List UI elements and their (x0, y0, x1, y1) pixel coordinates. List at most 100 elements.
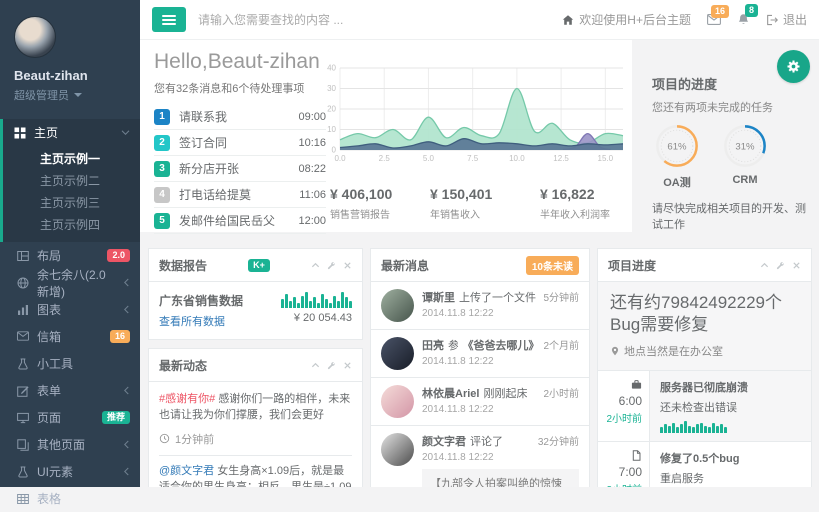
sidebar-item-forms[interactable]: 表单 (0, 377, 140, 404)
progress-gauges: 61% OA测 31% CRM (654, 123, 807, 190)
envelope-icon (17, 331, 29, 343)
edit-icon (17, 385, 29, 397)
news-item[interactable]: 林依晨Ariel 刚刚起床 2小时前 2014.11.8 12:22 (371, 378, 589, 426)
panel-title: 项目进度 (608, 257, 656, 274)
news-item-time: 5分钟前 (543, 289, 579, 304)
sidebar-item-other-pages[interactable]: 其他页面 (0, 431, 140, 458)
report-item-title: 广东省销售数据 (159, 292, 243, 309)
todo-item[interactable]: 1 请联系我 09:00 (154, 104, 326, 130)
todo-list: 1 请联系我 09:00 2 签订合同 10:16 3 新分店开张 08:22 … (154, 104, 326, 234)
sidebar-item-charts[interactable]: 图表 (0, 296, 140, 323)
notification-count-badge: 8 (745, 4, 758, 17)
hero-subtitle: 您有32条消息和6个待处理事项 (154, 80, 326, 96)
sidebar-subitem-example4[interactable]: 主页示例四 (3, 214, 140, 236)
data-report-right: ¥ 20 054.43 (281, 292, 352, 324)
svg-text:10.0: 10.0 (509, 154, 525, 163)
sidebar: Beaut-zihan 超级管理员 主页 主页示例一 主页示例二 主页示例三 主… (0, 0, 140, 487)
user-role-dropdown[interactable]: 超级管理员 (14, 87, 126, 103)
mail-count-badge: 16 (711, 5, 729, 18)
todo-number-badge: 3 (154, 161, 170, 177)
mention-link[interactable]: @颜文字君 (159, 465, 214, 477)
activity-time: 1分钟前 (175, 431, 214, 447)
news-item-date: 2014.11.8 12:22 (422, 452, 579, 463)
chevron-down-icon (74, 93, 82, 97)
version-badge: 2.0 (107, 249, 130, 262)
panel-tools (311, 361, 352, 370)
svg-text:10: 10 (327, 125, 336, 134)
collapse-icon[interactable] (311, 261, 320, 270)
hero-summary: Hello,Beaut-zihan 您有32条消息和6个待处理事项 1 请联系我… (154, 50, 326, 234)
logout-button[interactable]: 退出 (766, 11, 807, 28)
mail-button[interactable]: 16 (707, 14, 721, 25)
avatar (381, 289, 414, 322)
layout-icon (17, 250, 29, 262)
recommend-badge: 推荐 (102, 411, 130, 424)
todo-item[interactable]: 5 发邮件给国民岳父 12:00 (154, 208, 326, 234)
welcome-link[interactable]: 欢迎使用H+后台主题 (562, 11, 691, 28)
todo-item[interactable]: 2 签订合同 10:16 (154, 130, 326, 156)
timeline-item[interactable]: 7:00 3小时前 修复了0.5个bug 重启服务 (598, 442, 811, 487)
svg-text:20: 20 (327, 105, 336, 114)
news-item-time: 2小时前 (543, 385, 579, 400)
collapse-icon[interactable] (311, 361, 320, 370)
todo-item[interactable]: 4 打电话给提莫 11:06 (154, 182, 326, 208)
sidebar-item-pages[interactable]: 页面 推荐 (0, 404, 140, 431)
news-user-link[interactable]: 谭斯里 (422, 289, 455, 305)
close-icon[interactable] (343, 261, 352, 270)
wrench-icon[interactable] (327, 361, 336, 370)
collapse-icon[interactable] (760, 261, 769, 270)
unread-count-badge: 10条未读 (526, 256, 579, 275)
news-item[interactable]: 谭斯里 上传了一个文件 5分钟前 2014.11.8 12:22 (371, 282, 589, 330)
news-item[interactable]: 田亮 参加了 《爸爸去哪儿》 2个月前 2014.11.8 12:22 (371, 330, 589, 378)
svg-text:61%: 61% (667, 141, 687, 152)
view-all-data-link[interactable]: 查看所有数据 (159, 313, 243, 329)
menu-toggle-button[interactable] (152, 7, 186, 32)
news-user-link[interactable]: 林依晨Ariel (422, 385, 479, 401)
sidebar-item-tables[interactable]: 表格 (0, 485, 140, 512)
table-icon (17, 493, 29, 505)
sidebar-item-label: 图表 (37, 301, 61, 318)
panel-column-2: 最新消息 10条未读 谭斯里 上传了一个文件 5分钟前 2014.11.8 12… (370, 248, 590, 487)
panel-title: 数据报告 (159, 257, 207, 274)
close-icon[interactable] (343, 361, 352, 370)
panel-column-3: 项目进度 还有约79842492229个Bug需要修复 地点当然是在办公室 6:… (597, 248, 812, 487)
sidebar-item-ui-elements[interactable]: UI元素 (0, 458, 140, 485)
sidebar-item-mailbox[interactable]: 信箱 16 (0, 323, 140, 350)
user-avatar[interactable] (14, 16, 56, 58)
sidebar-subitem-example2[interactable]: 主页示例二 (3, 170, 140, 192)
news-item[interactable]: 颜文字君 评论了 32分钟前 2014.11.8 12:22 【九部令人拍案叫绝… (371, 426, 589, 487)
panel-column-1: 数据报告 K+ 广东省销售数据 查看所有数据 ¥ 20 054.43 (148, 248, 363, 487)
user-role-label: 超级管理员 (14, 87, 69, 103)
news-user-link[interactable]: 颜文字君 (422, 433, 466, 449)
chevron-left-icon (123, 278, 130, 287)
settings-button[interactable] (777, 50, 810, 83)
project-overview-note: 请尽快完成相关项目的开发、测试工作 (652, 200, 807, 232)
notifications-button[interactable]: 8 (737, 13, 750, 26)
file-icon (631, 450, 642, 461)
svg-text:12.5: 12.5 (553, 154, 569, 163)
hashtag-link[interactable]: #感谢有你# (159, 393, 215, 405)
news-user-link[interactable]: 田亮 (422, 337, 444, 353)
gauge-oa: 61% OA测 (654, 123, 700, 190)
sidebar-subitem-example3[interactable]: 主页示例三 (3, 192, 140, 214)
gauge-label: CRM (722, 174, 768, 186)
sidebar-item-widgets[interactable]: 小工具 (0, 350, 140, 377)
todo-item[interactable]: 3 新分店开张 08:22 (154, 156, 326, 182)
search-input[interactable] (198, 13, 562, 27)
close-icon[interactable] (792, 261, 801, 270)
nav-group-home: 主页 主页示例一 主页示例二 主页示例三 主页示例四 (0, 119, 140, 242)
news-item-date: 2014.11.8 12:22 (422, 404, 579, 415)
sidebar-item-label: UI元素 (37, 463, 73, 480)
sidebar-item-misc[interactable]: 余七余八(2.0新增) (0, 269, 140, 296)
chevron-left-icon (123, 386, 130, 395)
timeline-item[interactable]: 6:00 2小时前 服务器已彻底崩溃 还未检查出错误 (598, 371, 811, 442)
wrench-icon[interactable] (776, 261, 785, 270)
home-icon (562, 14, 574, 26)
sidebar-subitem-example1[interactable]: 主页示例一 (3, 148, 140, 170)
sidebar-item-label: 小工具 (37, 355, 73, 372)
wrench-icon[interactable] (327, 261, 336, 270)
chevron-left-icon (123, 305, 130, 314)
copy-icon (17, 439, 29, 451)
svg-text:5.0: 5.0 (423, 154, 435, 163)
sidebar-item-home[interactable]: 主页 (3, 119, 140, 146)
